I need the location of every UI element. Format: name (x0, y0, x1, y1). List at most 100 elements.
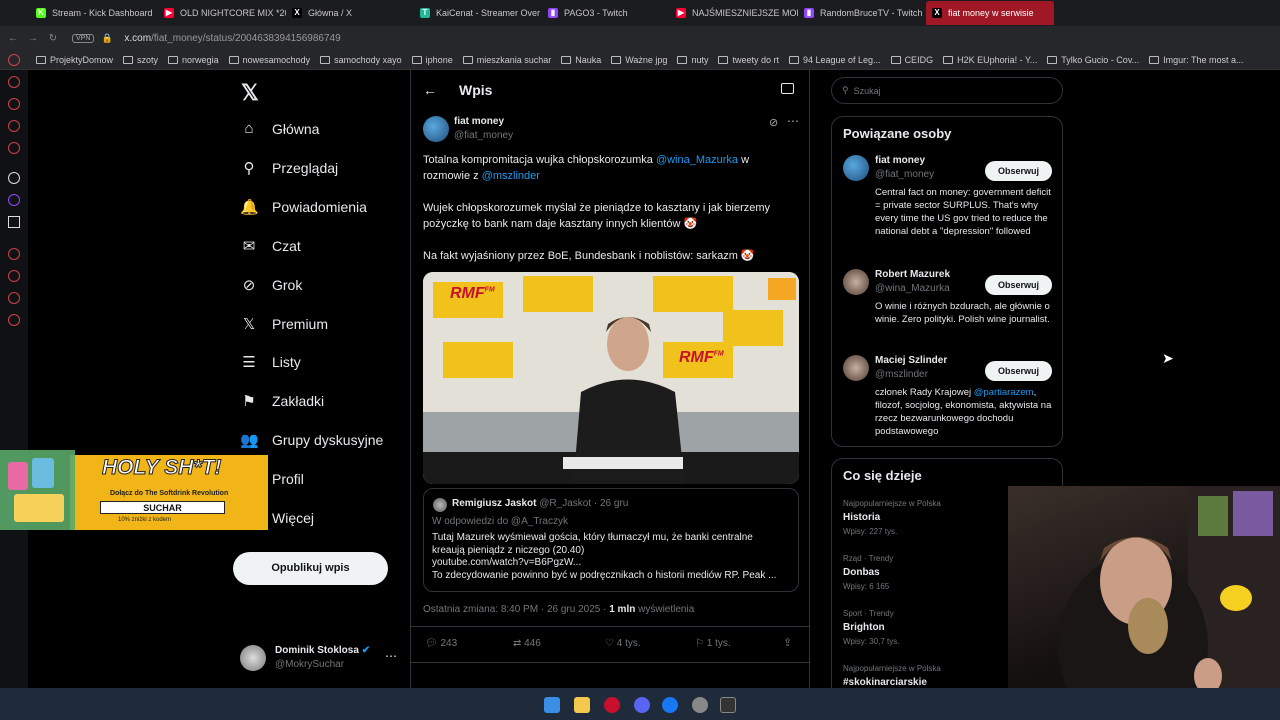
nav-item-zakładki[interactable]: ⚑ Zakładki (240, 392, 324, 410)
nav-item-czat[interactable]: ✉ Czat (240, 237, 301, 255)
avatar[interactable] (843, 155, 869, 181)
follow-button[interactable]: Obserwuj (985, 161, 1052, 181)
bookmark-item[interactable]: 94 League of Leg... (788, 55, 881, 65)
tab-favicon-icon: ▶ (164, 8, 174, 18)
sidebar-icon[interactable] (8, 314, 20, 326)
sidebar-icon[interactable] (8, 142, 20, 154)
facebook-icon[interactable] (662, 697, 678, 713)
back-arrow-icon[interactable]: ← (423, 82, 437, 98)
windows-start-icon[interactable] (544, 697, 560, 713)
post-author-handle[interactable]: @fiat_money (454, 130, 513, 141)
bookmark-item[interactable]: nuty (677, 55, 708, 65)
back-icon[interactable]: ← (6, 33, 20, 44)
browser-tab[interactable]: ▮ PAGO3 - Twitch (542, 1, 670, 25)
follow-button[interactable]: Obserwuj (985, 275, 1052, 295)
search-input[interactable]: ⚲ Szukaj (831, 77, 1063, 104)
nav-item-premium[interactable]: 𝕏 Premium (240, 315, 328, 333)
bookmark-item[interactable]: H2K EUphoria! - Y... (943, 55, 1037, 65)
person-name[interactable]: Robert Mazurek (875, 269, 950, 280)
bookmark-item[interactable]: norwegia (168, 55, 219, 65)
file-explorer-icon[interactable] (574, 697, 590, 713)
bookmark-item[interactable]: samochody xayo (320, 55, 402, 65)
more-options-icon[interactable]: ⋯ (787, 114, 799, 128)
bookmark-button[interactable]: ⚐ 1 tys. (695, 638, 731, 649)
bookmark-item[interactable]: nowesamochody (228, 55, 310, 65)
reload-icon[interactable]: ↻ (46, 33, 60, 44)
quoted-post[interactable]: Remigiusz Jaskot @R_Jaskot · 26 gru W od… (423, 488, 799, 592)
sidebar-icon[interactable] (8, 76, 20, 88)
url-field[interactable]: x.com/fiat_money/status/2004638394156986… (124, 33, 340, 44)
browser-tab[interactable]: ▮ RandomBruceTV - Twitch (798, 1, 926, 25)
like-button[interactable]: ♡ 4 tys. (605, 638, 641, 649)
grok-icon[interactable]: ⊘ (769, 116, 778, 129)
terminal-icon[interactable] (720, 697, 736, 713)
bookmark-item[interactable]: Nauka (561, 55, 601, 65)
mention-link[interactable]: @mszlinder (482, 170, 540, 182)
nav-item-grok[interactable]: ⊘ Grok (240, 276, 303, 294)
x-logo-icon[interactable]: 𝕏 (241, 80, 259, 106)
sidebar-icon[interactable] (8, 120, 20, 132)
post-video[interactable]: RMFFM RMFFM (423, 272, 799, 484)
avatar[interactable] (843, 269, 869, 295)
nav-item-powiadomienia[interactable]: 🔔 Powiadomienia (240, 198, 367, 216)
reader-view-icon[interactable] (781, 83, 794, 94)
reply-button[interactable]: 💬︎ 243 (425, 638, 457, 649)
forward-icon[interactable]: → (26, 33, 40, 44)
folder-icon (36, 55, 46, 64)
browser-tab[interactable]: ▶ OLD NIGHTCORE MIX *20 (158, 1, 286, 25)
sidebar-icon[interactable] (8, 270, 20, 282)
sidebar-icon[interactable] (8, 172, 20, 184)
share-icon[interactable]: ⇪ (783, 636, 792, 649)
sidebar-icon[interactable] (8, 98, 20, 110)
trend-count: Wpisy: 227 tys. (843, 527, 898, 536)
person-bio: Central fact on money: government defici… (875, 187, 1051, 237)
account-switcher[interactable]: Dominik Stoklosa ✔ @MokrySuchar ⋯ (240, 645, 400, 673)
person-handle[interactable]: @fiat_money (875, 169, 934, 180)
twitch-icon[interactable] (8, 194, 20, 206)
nav-item-główna[interactable]: ⌂ Główna (240, 120, 319, 137)
post-author-avatar[interactable] (423, 116, 449, 142)
person-handle[interactable]: @wina_Mazurka (875, 283, 950, 294)
more-icon[interactable]: ⋯ (385, 649, 397, 663)
post-button[interactable]: Opublikuj wpis (233, 552, 388, 585)
tab-label: Główna / X (308, 8, 353, 18)
mention-link[interactable]: @partiarazem (974, 387, 1034, 398)
browser-tab[interactable]: Xfiat money w serwisie (926, 1, 1054, 25)
person-handle[interactable]: @mszlinder (875, 369, 928, 380)
bookmark-item[interactable]: CEIDG (890, 55, 933, 65)
mention-link[interactable]: @wina_Mazurka (656, 154, 738, 166)
sidebar-icon[interactable] (8, 248, 20, 260)
browser-tab[interactable]: K Stream - Kick Dashboard (30, 1, 158, 25)
bookmark-item[interactable]: ProjektyDomow (36, 55, 113, 65)
opera-browser-icon[interactable] (604, 697, 620, 713)
post-author-name[interactable]: fiat money (454, 116, 504, 127)
bookmark-item[interactable]: mieszkania suchar (462, 55, 551, 65)
repost-button[interactable]: ⇄ 446 (513, 638, 541, 649)
vpn-badge[interactable]: VPN (72, 33, 95, 43)
sidebar-icon[interactable] (8, 54, 20, 66)
bookmark-item[interactable]: Imgur: The most a... (1149, 55, 1244, 65)
bookmark-item[interactable]: Ważne jpg (611, 55, 667, 65)
folder-icon (718, 55, 729, 64)
sidebar-icon[interactable] (8, 292, 20, 304)
person-name[interactable]: fiat money (875, 155, 925, 166)
avatar[interactable] (843, 355, 869, 381)
tab-label: OLD NIGHTCORE MIX *20 (180, 8, 286, 18)
browser-tab[interactable]: T KaiCenat - Streamer Over (414, 1, 542, 25)
browser-tab[interactable]: ▶ NAJŚMIESZNIEJSZE MOM (670, 1, 798, 25)
nav-item-przeglądaj[interactable]: ⚲ Przeglądaj (240, 159, 339, 177)
bookmark-item[interactable]: szoty (123, 55, 158, 65)
trend-name: Historia (843, 512, 881, 523)
bookmark-item[interactable]: Tylko Gucio - Cov... (1047, 55, 1139, 65)
bookmark-item[interactable]: tweety do rt (718, 55, 779, 65)
discord-icon[interactable] (634, 697, 650, 713)
person-name[interactable]: Maciej Szlinder (875, 355, 947, 366)
obs-icon[interactable] (692, 697, 708, 713)
tab-favicon-icon: ▮ (804, 8, 814, 18)
x-icon[interactable] (8, 216, 20, 228)
nav-item-listy[interactable]: ☰ Listy (240, 353, 301, 371)
bookmark-item[interactable]: iphone (411, 55, 453, 65)
browser-tab[interactable]: X Główna / X (286, 1, 414, 25)
follow-button[interactable]: Obserwuj (985, 361, 1052, 381)
nav-item-grupy-dyskusyjne[interactable]: 👥 Grupy dyskusyjne (240, 431, 383, 449)
